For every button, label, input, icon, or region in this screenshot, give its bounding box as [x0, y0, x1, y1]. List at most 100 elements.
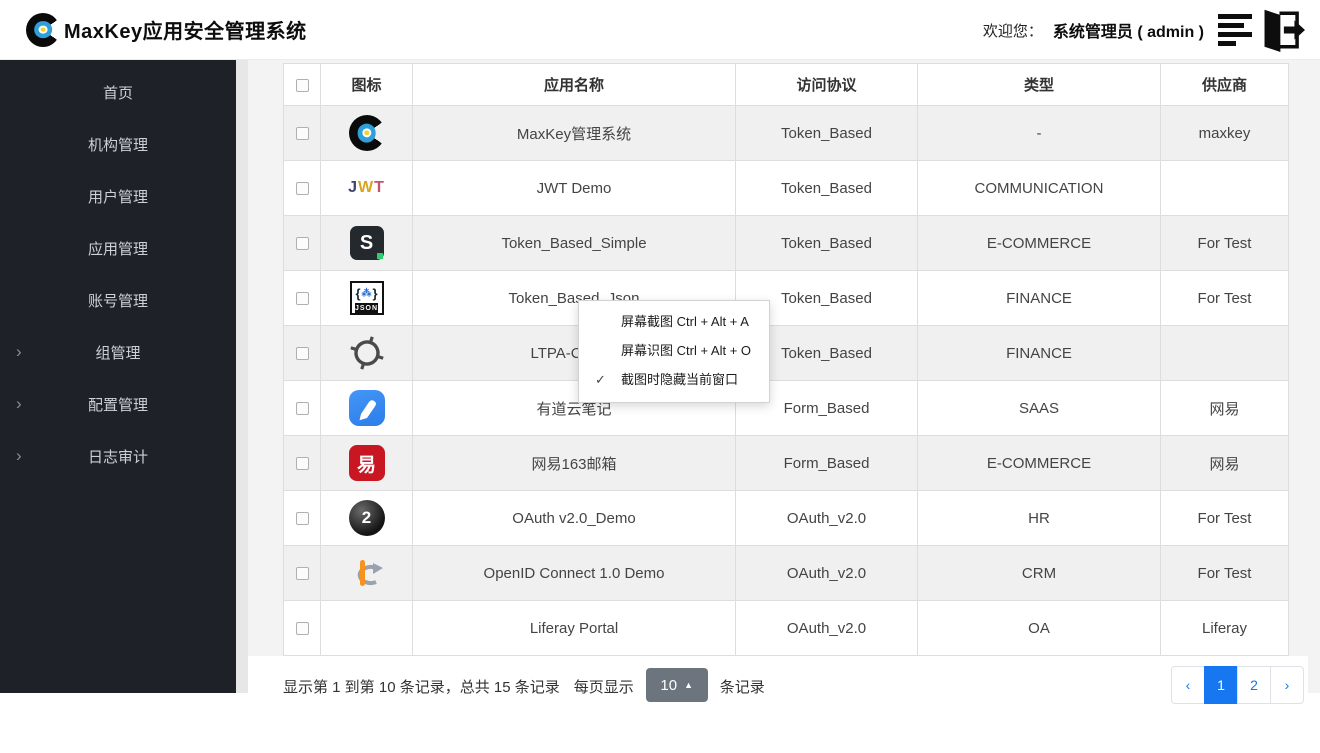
column-header-icon: 图标 — [320, 63, 413, 106]
context-menu-item-1[interactable]: 屏幕识图 Ctrl + Alt + O — [579, 336, 769, 365]
content-left-strip — [236, 60, 248, 693]
app-name-cell: MaxKey管理系统 — [412, 105, 736, 161]
app-vendor-cell: For Test — [1160, 215, 1289, 271]
sidebar-item-label: 首页 — [102, 84, 133, 102]
maxkey-logo-icon — [26, 12, 60, 47]
sidebar-item-7[interactable]: › 日志审计 — [0, 430, 236, 482]
app-row-2[interactable]: S Token_Based_Simple Token_Based E-COMMERCE… — [283, 215, 1289, 271]
sidebar-item-label: 应用管理 — [87, 240, 148, 258]
jwt-icon: JWT — [348, 179, 385, 197]
screenshot-context-menu: 屏幕截图 Ctrl + Alt + A 屏幕识图 Ctrl + Alt + O ✓ 截… — [578, 300, 770, 403]
session-list-icon[interactable] — [1218, 14, 1254, 46]
app-type-cell: E-COMMERCE — [917, 435, 1161, 491]
caret-up-icon: ▲ — [684, 680, 694, 690]
app-vendor-cell: For Test — [1160, 545, 1289, 601]
sidebar-item-label: 配置管理 — [87, 396, 148, 414]
record-summary: 显示第 1 到第 10 条记录，总共 15 条记录 — [283, 679, 560, 696]
table-footer: 显示第 1 到第 10 条记录，总共 15 条记录 每页显示 10 ▲ 条记录 … — [248, 656, 1308, 753]
checkmark-icon: ✓ — [595, 372, 606, 387]
sidebar-item-label: 用户管理 — [87, 188, 148, 206]
app-vendor-cell: For Test — [1160, 270, 1289, 326]
openid-icon — [357, 560, 383, 586]
liferay-icon — [354, 615, 380, 641]
sidebar-item-2[interactable]: 用户管理 — [0, 170, 236, 222]
app-row-6[interactable]: 易网易163邮箱 Form_Based E-COMMERCE 网易 — [283, 435, 1289, 491]
netease-mail-icon: 易 — [348, 445, 385, 481]
brand: MaxKey应用安全管理系统 — [26, 12, 307, 47]
app-protocol-cell: OAuth_v2.0 — [735, 490, 918, 546]
app-type-cell: SAAS — [917, 380, 1161, 436]
app-row-1[interactable]: J W T JWT Demo Token_Based COMMUNICATION — [283, 160, 1289, 216]
row-checkbox[interactable] — [295, 622, 309, 636]
column-header-name: 应用名称 — [412, 63, 736, 106]
app-type-cell: E-COMMERCE — [917, 215, 1161, 271]
app-type-cell: - — [917, 105, 1161, 161]
sidebar-item-0[interactable]: 首页 — [0, 66, 236, 118]
sidebar-item-6[interactable]: › 配置管理 — [0, 378, 236, 430]
sidebar-item-5[interactable]: › 组管理 — [0, 326, 236, 378]
pagination-next-button[interactable]: › — [1270, 666, 1304, 704]
select-all-checkbox[interactable] — [295, 78, 309, 92]
app-type-cell: OA — [917, 600, 1161, 656]
app-protocol-cell: Token_Based — [735, 215, 918, 271]
app-header: MaxKey应用安全管理系统 欢迎您： 系统管理员 ( admin ) — [0, 0, 1320, 60]
app-row-8[interactable]: OpenID Connect 1.0 Demo OAuth_v2.0 CRM For … — [283, 545, 1289, 601]
app-name-cell: 网易163邮箱 — [412, 435, 736, 491]
app-row-7[interactable]: 2 OAuth v2.0_Demo OAuth_v2.0 HR For Test — [283, 490, 1289, 546]
app-protocol-cell: Token_Based — [735, 160, 918, 216]
sidebar-item-label: 机构管理 — [87, 136, 148, 154]
pagination: ‹ 1 2 › — [1171, 666, 1304, 704]
app-name-cell: OAuth v2.0_Demo — [412, 490, 736, 546]
page-title: MaxKey应用安全管理系统 — [64, 21, 307, 43]
main-content: 图标 应用名称 访问协议 类型 供应商 MaxKey管理系统 Token_Base… — [236, 60, 1320, 753]
page-size-value: 10 — [660, 676, 678, 694]
app-name-cell: Liferay Portal — [412, 600, 736, 656]
row-checkbox[interactable] — [295, 237, 309, 251]
app-name-cell: JWT Demo — [412, 160, 736, 216]
simple-s-icon: S — [349, 226, 384, 260]
row-checkbox[interactable] — [295, 347, 309, 361]
context-menu-item-2[interactable]: ✓ 截图时隐藏当前窗口 — [579, 365, 769, 394]
sidebar-item-3[interactable]: 应用管理 — [0, 222, 236, 274]
app-type-cell: COMMUNICATION — [917, 160, 1161, 216]
welcome-label: 欢迎您： — [982, 22, 1043, 40]
current-user-label: 系统管理员 ( admin ) — [1052, 24, 1204, 41]
row-checkbox[interactable] — [295, 292, 309, 306]
youdao-note-icon — [348, 390, 385, 426]
row-checkbox[interactable] — [295, 512, 309, 526]
pagination-prev-button[interactable]: ‹ — [1171, 666, 1205, 704]
app-row-0[interactable]: MaxKey管理系统 Token_Based - maxkey — [283, 105, 1289, 161]
row-checkbox[interactable] — [295, 127, 309, 141]
per-page-label: 每页显示 — [573, 679, 634, 696]
sidebar-item-4[interactable]: 账号管理 — [0, 274, 236, 326]
sidebar-item-1[interactable]: 机构管理 — [0, 118, 236, 170]
applications-table: 图标 应用名称 访问协议 类型 供应商 MaxKey管理系统 Token_Base… — [283, 63, 1289, 656]
pagination-page-1-button[interactable]: 1 — [1204, 666, 1238, 704]
sidebar-nav: 首页机构管理用户管理应用管理账号管理 › 组管理 › 配置管理 › 日志审计 — [0, 60, 236, 693]
app-vendor-cell: 网易 — [1160, 380, 1289, 436]
app-protocol-cell: Form_Based — [735, 435, 918, 491]
table-header-row: 图标 应用名称 访问协议 类型 供应商 — [283, 63, 1289, 106]
row-checkbox[interactable] — [295, 402, 309, 416]
row-checkbox[interactable] — [295, 457, 309, 471]
app-type-cell: CRM — [917, 545, 1161, 601]
app-protocol-cell: Token_Based — [735, 105, 918, 161]
app-protocol-cell: OAuth_v2.0 — [735, 600, 918, 656]
ltpa-target-icon — [349, 336, 384, 370]
context-menu-item-0[interactable]: 屏幕截图 Ctrl + Alt + A — [579, 307, 769, 336]
logout-icon[interactable] — [1260, 8, 1306, 52]
app-row-5[interactable]: 有道云笔记 Form_Based SAAS 网易 — [283, 380, 1289, 436]
app-row-9[interactable]: Liferay Portal OAuth_v2.0 OA Liferay — [283, 600, 1289, 656]
chevron-right-icon: › — [16, 445, 22, 465]
page-size-dropdown[interactable]: 10 ▲ — [645, 668, 708, 702]
row-checkbox[interactable] — [295, 567, 309, 581]
row-checkbox[interactable] — [295, 182, 309, 196]
pagination-page-2-button[interactable]: 2 — [1237, 666, 1271, 704]
oauth2-icon: 2 — [348, 500, 385, 536]
column-header-protocol: 访问协议 — [735, 63, 918, 106]
app-row-4[interactable]: LTPA-Cookie Token_Based FINANCE — [283, 325, 1289, 381]
app-row-3[interactable]: {⁂} JSON Token_Based_Json Token_Based FINANC… — [283, 270, 1289, 326]
sidebar-item-label: 账号管理 — [87, 292, 148, 310]
app-vendor-cell — [1160, 325, 1289, 381]
chevron-right-icon: › — [16, 393, 22, 413]
